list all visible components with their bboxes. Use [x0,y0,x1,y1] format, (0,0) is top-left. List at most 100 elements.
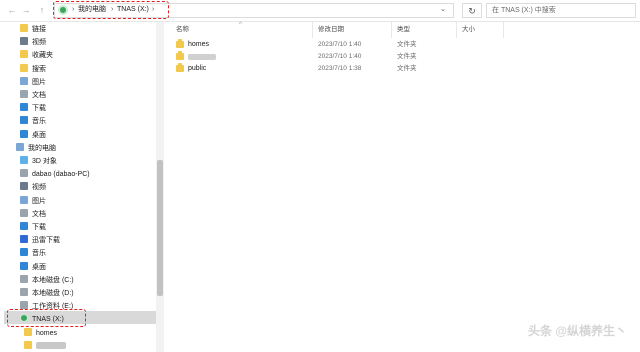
sidebar-item[interactable]: 文档 [20,209,46,221]
address-toolbar: ← → ↑ › 我的电脑 › TNAS (X:) › ⌄ ↻ 在 TNAS (X… [0,0,640,22]
sidebar-item[interactable]: 图片 [20,196,46,208]
sidebar-item[interactable] [24,341,66,352]
sidebar-item-label: 图片 [32,79,46,86]
sidebar-item-label: 本地磁盘 (C:) [32,277,74,284]
sidebar-item-label: 迅雷下载 [32,237,60,244]
sidebar-item[interactable]: 迅雷下载 [20,235,60,247]
thunder-download-icon [20,235,28,243]
sidebar-item-label: 下载 [32,105,46,112]
file-name: homes [188,41,210,48]
highlight-annotation [7,309,86,327]
drive-icon [20,288,28,296]
redacted-label [36,342,66,349]
forward-button[interactable]: → [20,4,32,16]
redacted-file-name [188,54,216,60]
sidebar-item[interactable]: 本地磁盘 (C:) [20,275,74,287]
sidebar-item-label: dabao (dabao-PC) [32,171,90,178]
sidebar-item-label: 收藏夹 [32,52,53,59]
column-header-name[interactable]: 名称 [176,25,189,35]
sidebar-item-label: 本地磁盘 (D:) [32,290,74,297]
column-header-size[interactable]: 大小 [462,25,475,35]
pictures-icon [20,77,28,85]
music-icon [20,248,28,256]
file-type: 文件夹 [397,65,417,72]
sidebar-item[interactable]: 音乐 [20,248,46,260]
pictures-icon [20,196,28,204]
column-divider[interactable] [456,22,457,38]
sidebar-item-label: 桌面 [32,132,46,139]
sidebar-item-label: 音乐 [32,118,46,125]
sidebar-item-label: 图片 [32,198,46,205]
column-header-type[interactable]: 类型 [397,25,410,35]
sidebar-item-label: 视频 [32,39,46,46]
folder-icon [176,39,184,48]
sidebar-item[interactable]: 我的电脑 [16,143,56,155]
file-date: 2023/7/10 1:40 [318,53,362,60]
sidebar-item[interactable]: 音乐 [20,116,46,128]
sidebar-item[interactable]: dabao (dabao-PC) [20,169,90,181]
sidebar-item[interactable]: 图片 [20,77,46,89]
sidebar-item-label: 链接 [32,26,46,33]
search-folder-icon [20,64,28,72]
video-icon [20,182,28,190]
download-icon [20,103,28,111]
refresh-button[interactable]: ↻ [462,3,482,18]
back-button[interactable]: ← [6,4,18,16]
folder-icon [176,51,184,60]
video-icon [20,37,28,45]
3d-objects-icon [20,156,28,164]
sidebar-item[interactable]: 3D 对象 [20,156,57,168]
sidebar-item-label: 3D 对象 [32,158,57,165]
file-date: 2023/7/10 1:40 [318,41,362,48]
sidebar-item[interactable]: 链接 [20,24,46,36]
sidebar-item[interactable]: 桌面 [20,130,46,142]
column-divider[interactable] [503,22,504,38]
documents-icon [20,90,28,98]
file-name: public [188,65,207,72]
sort-caret-icon: ^ [239,22,242,28]
sidebar-item[interactable]: 下载 [20,103,46,115]
file-list: ^ 名称 修改日期 类型 大小 homes 2023/7/10 1:40 文件夹… [168,22,640,352]
file-type: 文件夹 [397,41,417,48]
user-folder-icon [20,169,28,177]
sidebar-item[interactable]: 本地磁盘 (D:) [20,288,74,300]
column-header-date[interactable]: 修改日期 [318,25,344,35]
documents-icon [20,209,28,217]
watermark: 头条 @纵横养生丶 [528,324,628,338]
sidebar-item-label: 文档 [32,211,46,218]
sidebar-item[interactable]: 视频 [20,182,46,194]
up-button[interactable]: ↑ [36,4,48,16]
sidebar-item-label: 搜索 [32,66,46,73]
column-divider[interactable] [391,22,392,38]
sidebar-item[interactable]: 桌面 [20,262,46,274]
computer-icon [16,143,24,151]
sidebar-item[interactable]: homes [24,328,57,340]
sidebar-item[interactable]: 文档 [20,90,46,102]
music-icon [20,116,28,124]
drive-icon [20,301,28,309]
sidebar-item[interactable]: 搜索 [20,64,46,76]
search-input[interactable]: 在 TNAS (X:) 中搜索 [486,3,636,18]
file-date: 2023/7/10 1:38 [318,65,362,72]
file-row[interactable]: 2023/7/10 1:40 文件夹 [168,51,498,63]
desktop-icon [20,262,28,270]
highlight-annotation [53,1,169,19]
sidebar-item-label: 视频 [32,184,46,191]
address-dropdown-button[interactable]: ⌄ [440,5,446,13]
file-row[interactable]: homes 2023/7/10 1:40 文件夹 [168,39,498,51]
sidebar-item-label: homes [36,330,58,337]
sidebar-item-label: 下载 [32,224,46,231]
favorites-icon [20,50,28,58]
sidebar-item-label: 桌面 [32,264,46,271]
folder-icon [176,63,184,72]
drive-icon [20,275,28,283]
file-row[interactable]: public 2023/7/10 1:38 文件夹 [168,63,498,75]
sidebar-item-label: 音乐 [32,250,46,257]
nav-scrollbar-thumb[interactable] [157,160,163,296]
sidebar-item[interactable]: 收藏夹 [20,50,53,62]
column-divider[interactable] [312,22,313,38]
sidebar-item[interactable]: 视频 [20,37,46,49]
folder-icon [24,341,32,349]
desktop-icon [20,130,28,138]
sidebar-item[interactable]: 下载 [20,222,46,234]
